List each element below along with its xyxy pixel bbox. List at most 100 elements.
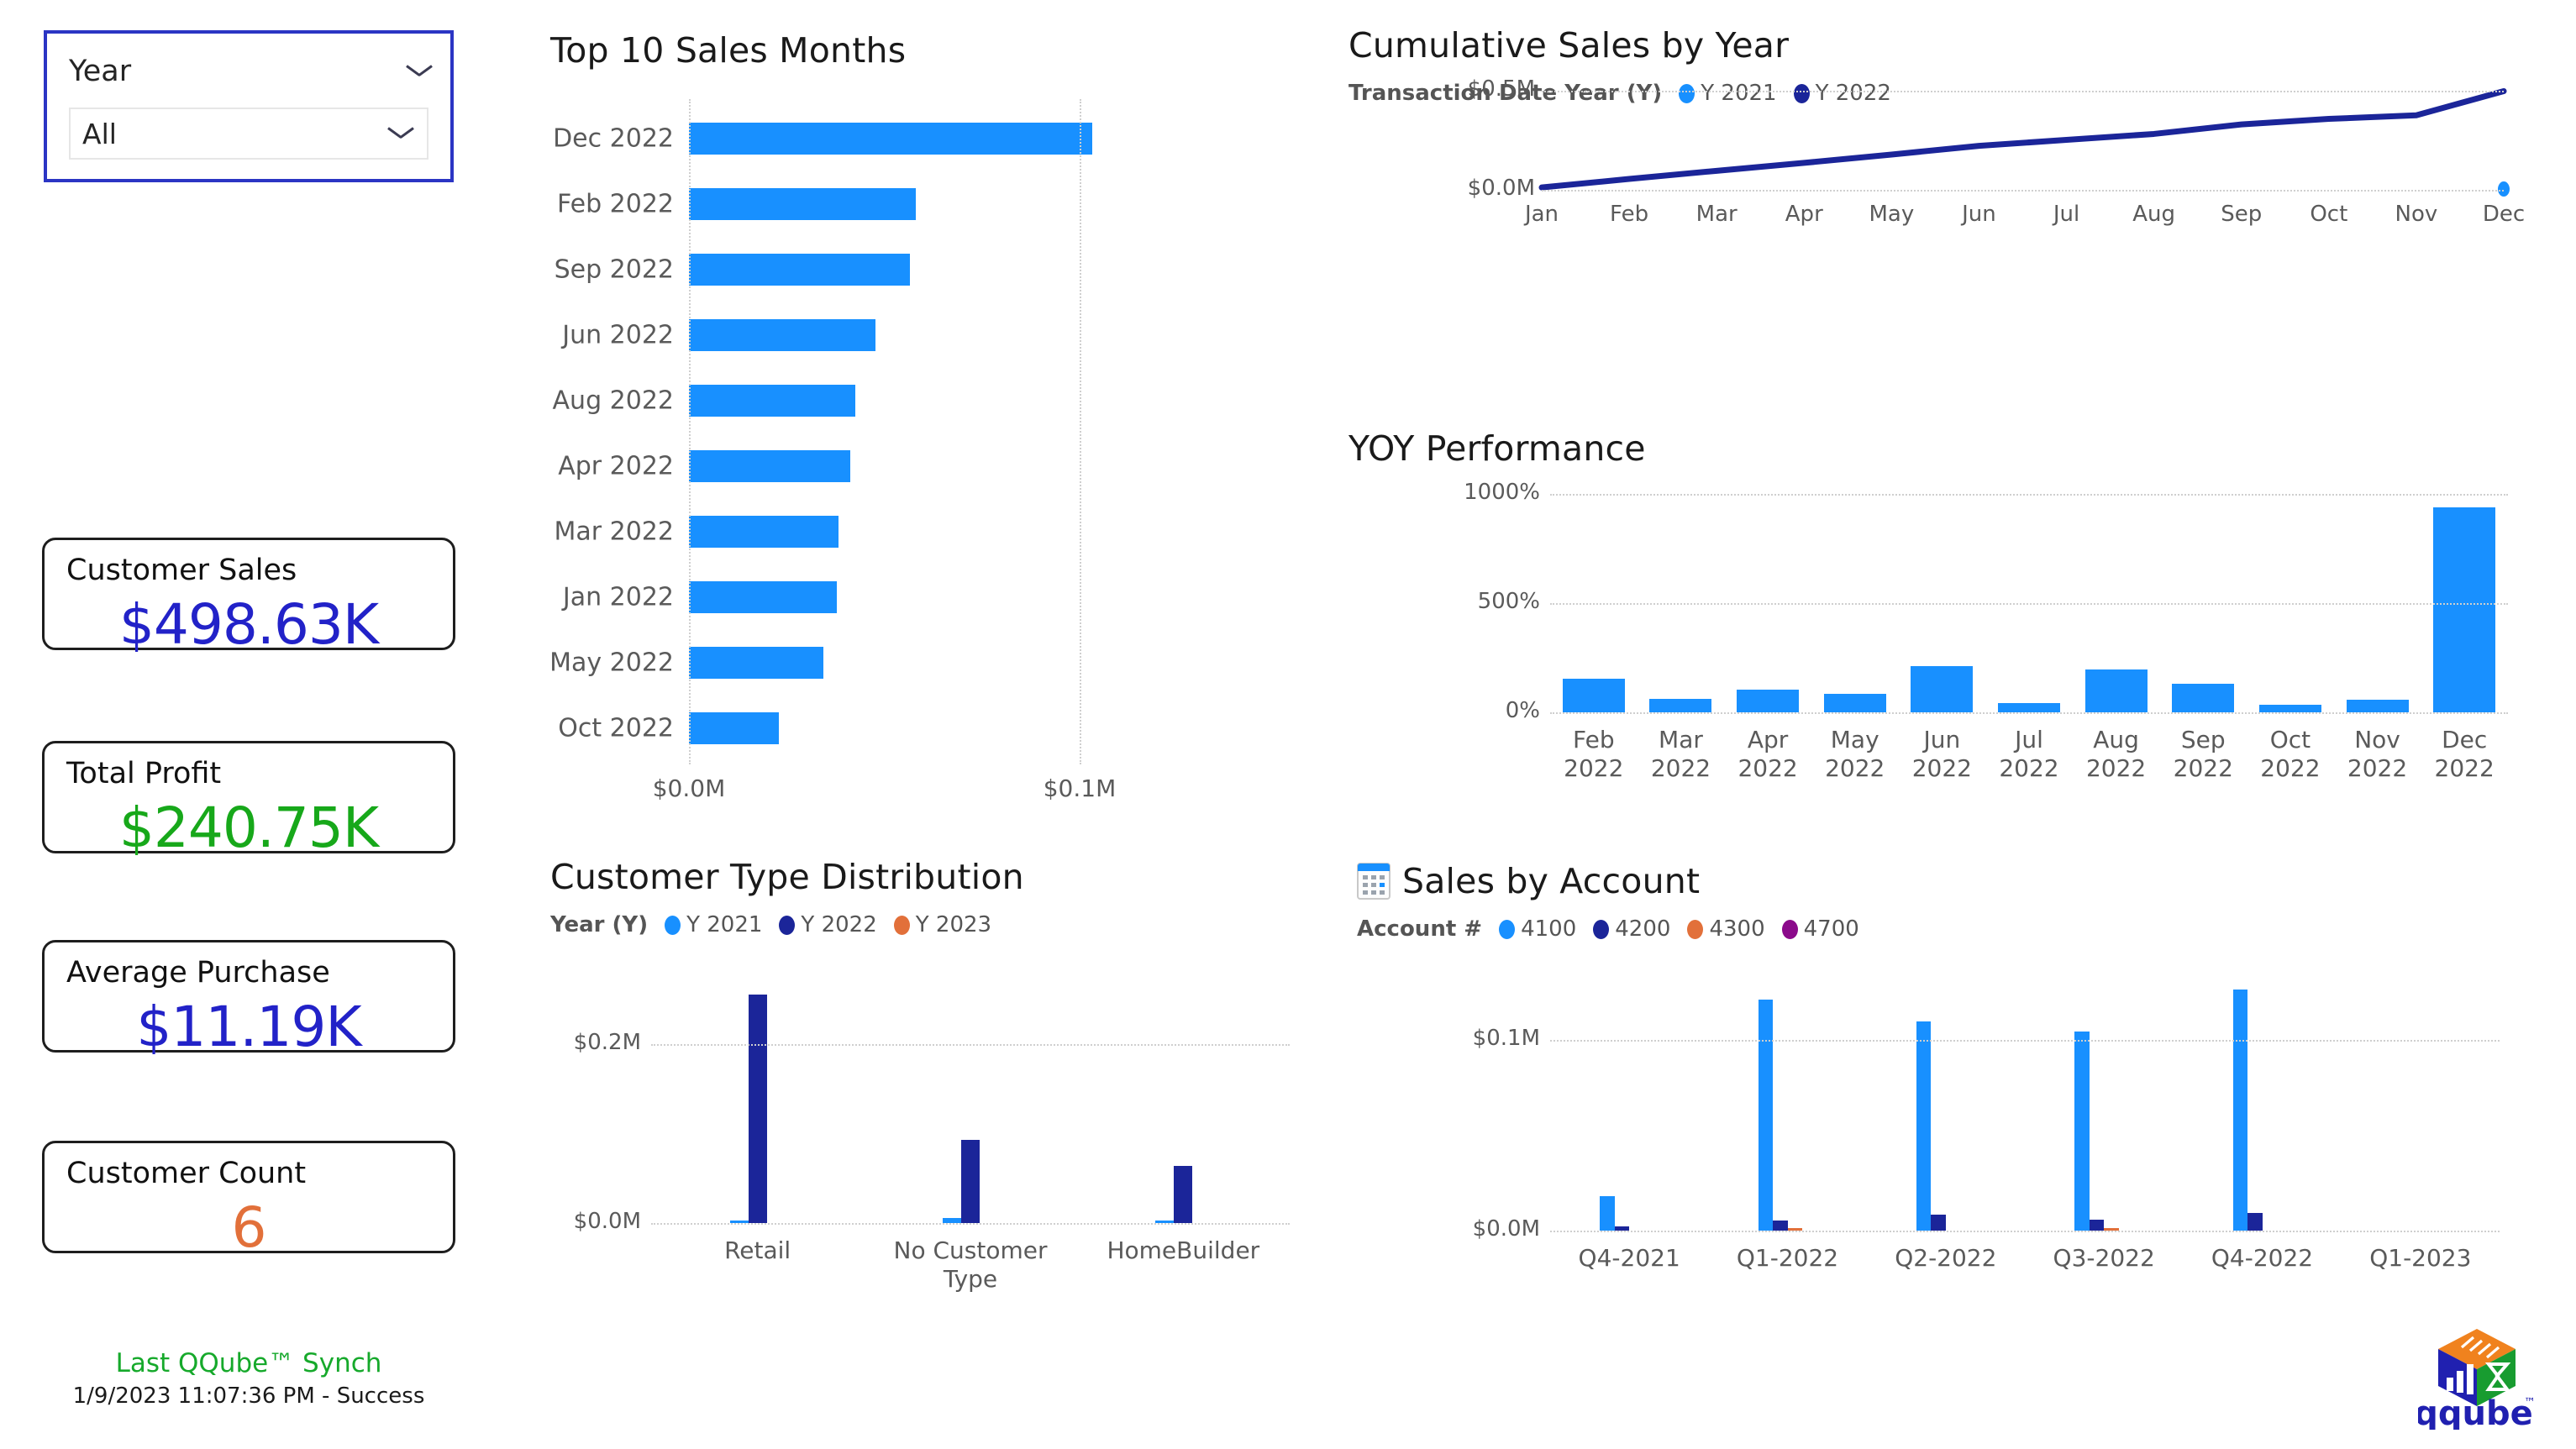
bar-row[interactable]: Feb 2022 [689, 188, 1080, 220]
y-tick-label: $0.0M [1468, 176, 1535, 201]
chart-top-10-sales-months[interactable]: Top 10 Sales Months Dec 2022Feb 2022Sep … [550, 30, 1340, 811]
bar-q1-2022-4200[interactable] [1773, 1221, 1788, 1231]
dashboard-page: Year All Customer Sales $498.63K Total P… [0, 0, 2576, 1449]
legend-item-4100[interactable]: 4100 [1499, 916, 1576, 942]
kpi-card-customer-sales[interactable]: Customer Sales $498.63K [42, 538, 455, 650]
bar[interactable] [689, 188, 916, 220]
legend-item-4700[interactable]: 4700 [1782, 916, 1859, 942]
bar-dec-2022[interactable] [2433, 507, 2495, 712]
x-tick-label: Q1-2023 [2337, 1231, 2504, 1273]
chart-sales-by-account[interactable]: Sales by Account Account # 4100 4200 430… [1357, 861, 2533, 1331]
x-tick-label: $0.0M [653, 774, 726, 802]
x-tick-label: May [1869, 202, 1914, 227]
legend-item-4200[interactable]: 4200 [1593, 916, 1670, 942]
x-tick-label: Jul2022 [1984, 712, 2075, 782]
year-slicer-header[interactable]: Year [69, 52, 432, 91]
bar-apr-2022[interactable] [1737, 690, 1799, 712]
x-tick-label: Retail [646, 1223, 870, 1265]
bar-nov-2022[interactable] [2347, 700, 2409, 712]
bar-q1-2022-4100[interactable] [1759, 1000, 1774, 1231]
bar-row[interactable]: Aug 2022 [689, 385, 1080, 417]
bar[interactable] [689, 647, 823, 679]
gridline [651, 1044, 1290, 1046]
bar[interactable] [689, 450, 850, 482]
bar-row[interactable]: Jan 2022 [689, 581, 1080, 613]
bar-mar-2022[interactable] [1649, 699, 1711, 712]
legend-label: Y 2022 [801, 912, 876, 937]
bar-jul-2022[interactable] [1998, 703, 2060, 712]
kpi-value: $240.75K [45, 795, 453, 860]
bar-q4-2021-4100[interactable] [1600, 1196, 1615, 1231]
bar-q2-2022-4100[interactable] [1916, 1021, 1932, 1231]
bar-q3-2022-4200[interactable] [2090, 1220, 2105, 1231]
bar[interactable] [689, 385, 855, 417]
chevron-down-icon[interactable] [407, 65, 432, 79]
bar-row[interactable]: Dec 2022 [689, 123, 1080, 155]
account-legend[interactable]: Account # 4100 4200 4300 4700 [1357, 916, 2533, 942]
bar[interactable] [689, 581, 837, 613]
x-tick-label: Aug2022 [2070, 712, 2162, 782]
chart-title: Customer Type Distribution [550, 857, 1340, 897]
bar-q4-2022-4200[interactable] [2247, 1213, 2263, 1231]
bar-homebuilder-Y 2022[interactable] [1174, 1166, 1192, 1223]
kpi-card-customer-count[interactable]: Customer Count 6 [42, 1141, 455, 1253]
bar[interactable] [689, 712, 779, 744]
bar-row[interactable]: Oct 2022 [689, 712, 1080, 744]
gridline [1080, 99, 1081, 764]
chart-cumulative-sales-by-year[interactable]: Cumulative Sales by Year Transaction Dat… [1348, 25, 2525, 403]
chart-title: Cumulative Sales by Year [1348, 25, 2525, 66]
cumulative-plot-area [1542, 91, 2504, 190]
year-slicer[interactable]: Year All [44, 30, 454, 182]
bar-row[interactable]: Sep 2022 [689, 254, 1080, 286]
kpi-value: 6 [45, 1195, 453, 1260]
bar-category-label: Jan 2022 [563, 583, 674, 612]
bar-row[interactable]: Mar 2022 [689, 516, 1080, 548]
bar[interactable] [689, 516, 839, 548]
bar-q2-2022-4200[interactable] [1931, 1215, 1946, 1231]
bar[interactable] [689, 123, 1092, 155]
bar-retail-Y 2022[interactable] [749, 995, 767, 1223]
bar-q3-2022-4100[interactable] [2074, 1032, 2090, 1231]
kpi-card-average-purchase[interactable]: Average Purchase $11.19K [42, 940, 455, 1053]
top10-x-axis: $0.0M$0.1M [550, 774, 1340, 808]
customer-type-legend[interactable]: Year (Y) Y 2021 Y 2022 Y 2023 [550, 912, 1340, 937]
sync-title: Last QQube™ Synch [42, 1348, 455, 1378]
bar-oct-2022[interactable] [2259, 705, 2321, 712]
gridline [651, 1223, 1290, 1225]
logo-wordmark: qqube [2418, 1394, 2533, 1430]
chevron-down-icon[interactable] [388, 127, 413, 141]
bar-may-2022[interactable] [1824, 694, 1886, 712]
kpi-value: $498.63K [45, 592, 453, 657]
bar[interactable] [689, 254, 910, 286]
legend-item-y2022[interactable]: Y 2022 [779, 912, 876, 937]
legend-item-y2021[interactable]: Y 2021 [665, 912, 762, 937]
bar-feb-2022[interactable] [1563, 679, 1625, 712]
bar-q4-2022-4100[interactable] [2233, 990, 2248, 1231]
legend-item-y2023[interactable]: Y 2023 [894, 912, 991, 937]
year-slicer-dropdown[interactable]: All [69, 108, 428, 160]
legend-label: 4100 [1521, 916, 1576, 942]
bar[interactable] [689, 319, 875, 351]
y-tick-label: $0.0M [1473, 1216, 1540, 1242]
bar-row[interactable]: May 2022 [689, 647, 1080, 679]
bar-no-customer-type-Y 2022[interactable] [961, 1140, 980, 1223]
kpi-label: Customer Sales [66, 554, 297, 587]
bar-sep-2022[interactable] [2172, 684, 2234, 712]
x-tick-label: Jun2022 [1896, 712, 1988, 782]
kpi-label: Average Purchase [66, 956, 330, 990]
line-y-2022[interactable] [1542, 91, 2504, 187]
kpi-label: Customer Count [66, 1157, 306, 1190]
bar-row[interactable]: Apr 2022 [689, 450, 1080, 482]
gridline [689, 99, 691, 764]
legend-item-4300[interactable]: 4300 [1687, 916, 1764, 942]
bar-jun-2022[interactable] [1911, 666, 1973, 712]
chart-customer-type-distribution[interactable]: Customer Type Distribution Year (Y) Y 20… [550, 857, 1340, 1327]
bar-aug-2022[interactable] [2085, 669, 2148, 712]
x-tick-label: Oct [2310, 202, 2347, 227]
chart-yoy-performance[interactable]: YOY Performance Feb2022Mar2022Apr2022May… [1348, 428, 2525, 823]
account-plot-area: Q4-2021Q1-2022Q2-2022Q3-2022Q4-2022Q1-20… [1550, 979, 2500, 1231]
kpi-card-total-profit[interactable]: Total Profit $240.75K [42, 741, 455, 853]
line-series [1542, 91, 2504, 190]
bar-row[interactable]: Jun 2022 [689, 319, 1080, 351]
x-tick-label: Jul [2053, 202, 2079, 227]
